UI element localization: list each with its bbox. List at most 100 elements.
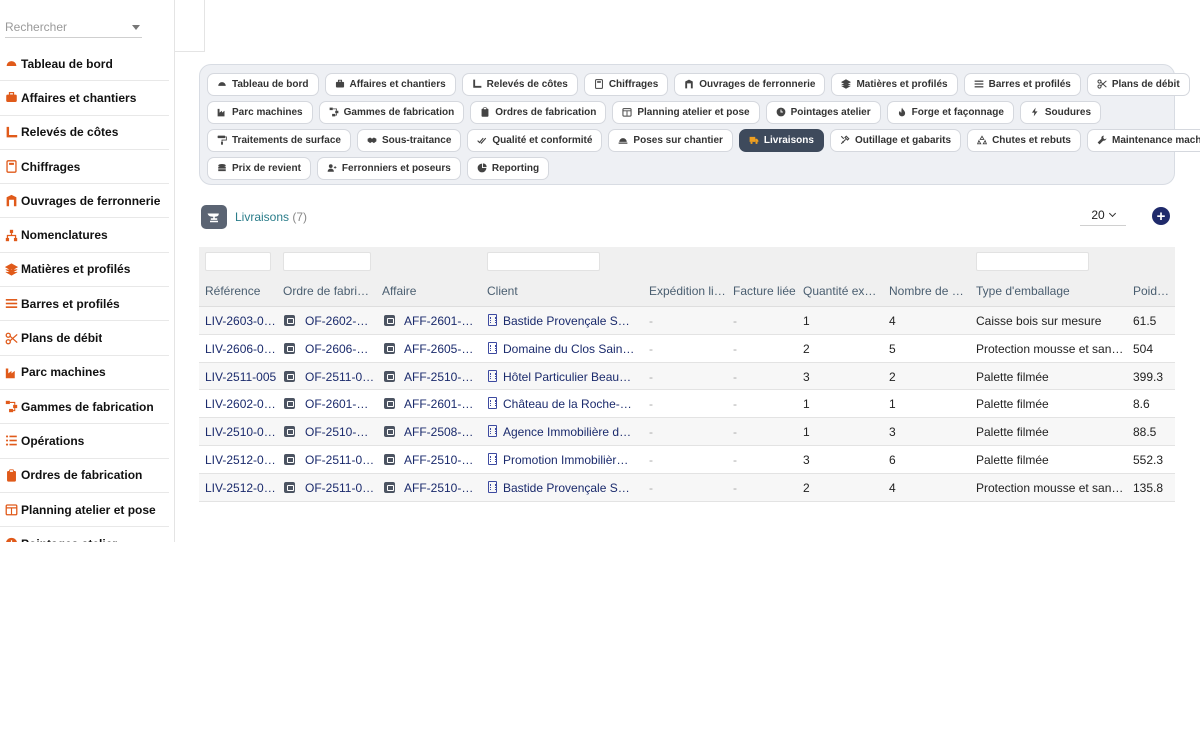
table-cell[interactable]: OF-2510-009 xyxy=(305,425,375,439)
table-cell[interactable]: AFF-2605-024 xyxy=(404,342,480,356)
table-cell[interactable]: OF-2606-018 xyxy=(305,342,375,356)
table-cell[interactable]: OF-2511-007 xyxy=(305,481,375,495)
column-header[interactable]: Affaire xyxy=(382,284,472,298)
sidebar-item-9[interactable]: Plans de débit xyxy=(0,321,169,356)
tab-0-7[interactable]: Plans de débit xyxy=(1086,72,1190,96)
tab-1-5[interactable]: Forge et façonnage xyxy=(886,100,1014,124)
table-cell[interactable]: OF-2511-008 xyxy=(305,453,375,467)
table-cell[interactable]: AFF-2510-010 xyxy=(404,481,480,495)
link-record-icon[interactable] xyxy=(384,315,395,326)
sidebar-item-7[interactable]: Matières et profilés xyxy=(0,253,169,288)
tab-0-6[interactable]: Barres et profilés xyxy=(963,72,1081,96)
tab-2-5[interactable]: Outillage et gabarits xyxy=(829,128,962,152)
table-cell[interactable]: LIV-2512-002 xyxy=(205,453,277,467)
tab-2-2[interactable]: Qualité et conformité xyxy=(467,128,603,152)
table-cell[interactable]: LIV-2510-003 xyxy=(205,425,277,439)
sidebar-item-15[interactable]: Pointages atelier xyxy=(0,527,169,542)
table-row[interactable]: LIV-2511-005 OF-2511-017 AFF-2510-023 Hôtel… xyxy=(199,362,1175,391)
table-row[interactable]: LIV-2603-007 OF-2602-025 AFF-2601-034 Basti… xyxy=(199,307,1175,335)
sidebar-item-3[interactable]: Relevés de côtes xyxy=(0,116,169,150)
sidebar-item-2[interactable]: Affaires et chantiers xyxy=(0,81,169,116)
table-cell[interactable]: AFF-2510-011 xyxy=(404,453,480,467)
sidebar-item-12[interactable]: Opérations xyxy=(0,424,169,459)
tab-1-1[interactable]: Gammes de fabrication xyxy=(318,100,465,124)
table-cell[interactable]: Bastide Provençale Saint-Rémy xyxy=(503,481,635,495)
table-cell[interactable]: Domaine du Clos Saint-Martin xyxy=(503,342,635,356)
table-cell[interactable]: OF-2511-017 xyxy=(305,370,375,384)
sidebar-item-1[interactable]: Tableau de bord xyxy=(0,47,169,82)
link-record-icon[interactable] xyxy=(284,370,295,382)
tab-2-6[interactable]: Chutes et rebuts xyxy=(967,128,1081,152)
table-cell[interactable]: OF-2601-016 xyxy=(305,397,375,411)
tab-2-7[interactable]: Maintenance machines xyxy=(1086,128,1200,152)
table-cell[interactable]: Château de la Roche-Bernard xyxy=(503,397,635,411)
tab-3-0[interactable]: Prix de revient xyxy=(207,156,311,180)
table-cell[interactable]: AFF-2510-023 xyxy=(404,370,480,384)
filter-ordre-fabrication[interactable] xyxy=(283,252,371,271)
table-cell[interactable]: Bastide Provençale Saint-Rémy xyxy=(503,314,635,328)
table-cell[interactable]: Promotion Immobilière Atlantique xyxy=(503,453,635,467)
link-record-icon[interactable] xyxy=(384,453,395,465)
tab-0-5[interactable]: Matières et profilés xyxy=(831,72,958,96)
sidebar-item-4[interactable]: Chiffrages xyxy=(0,150,169,185)
tab-1-2[interactable]: Ordres de fabrication xyxy=(470,100,607,124)
sidebar-item-11[interactable]: Gammes de fabrication xyxy=(0,390,169,425)
link-record-icon[interactable] xyxy=(384,370,395,382)
table-cell[interactable]: LIV-2602-004 xyxy=(205,397,277,411)
tab-1-6[interactable]: Soudures xyxy=(1019,100,1102,124)
link-record-icon[interactable] xyxy=(384,398,395,410)
filter-type-emballage[interactable] xyxy=(976,252,1089,271)
column-header[interactable]: Facture liée xyxy=(733,284,797,298)
sidebar-item-14[interactable]: Planning atelier et pose xyxy=(0,493,169,528)
column-header[interactable]: Type d'emballage xyxy=(976,284,1126,298)
table-cell[interactable]: LIV-2511-005 xyxy=(205,370,277,384)
link-record-icon[interactable] xyxy=(384,342,395,354)
link-record-icon[interactable] xyxy=(284,453,295,465)
link-record-icon[interactable] xyxy=(284,481,295,493)
tab-0-0[interactable]: Tableau de bord xyxy=(207,72,319,96)
column-header[interactable]: Quantité expédiée xyxy=(803,284,879,298)
column-header[interactable]: Nombre de colis xyxy=(889,284,969,298)
tab-2-4[interactable]: Livraisons xyxy=(738,128,824,152)
sidebar-item-10[interactable]: Parc machines xyxy=(0,356,169,390)
tab-3-2[interactable]: Reporting xyxy=(466,156,550,180)
search-input[interactable]: Rechercher xyxy=(5,17,142,38)
table-row[interactable]: LIV-2602-004 OF-2601-016 AFF-2601-022 Châte… xyxy=(199,390,1175,419)
sidebar-item-13[interactable]: Ordres de fabrication xyxy=(0,459,169,493)
column-header[interactable]: Client xyxy=(487,284,637,298)
column-header[interactable]: Poids total xyxy=(1133,284,1175,298)
tab-2-3[interactable]: Poses sur chantier xyxy=(608,128,733,152)
filter-client[interactable] xyxy=(487,252,600,271)
link-record-icon[interactable] xyxy=(284,342,295,354)
tab-3-1[interactable]: Ferronniers et poseurs xyxy=(316,156,461,180)
table-cell[interactable]: AFF-2601-022 xyxy=(404,397,480,411)
sidebar-item-8[interactable]: Barres et profilés xyxy=(0,287,169,322)
chevron-down-icon[interactable] xyxy=(132,24,140,30)
tab-0-4[interactable]: Ouvrages de ferronnerie xyxy=(674,72,826,96)
link-record-icon[interactable] xyxy=(384,481,395,493)
tab-2-0[interactable]: Traitements de surface xyxy=(207,128,351,152)
tab-1-4[interactable]: Pointages atelier xyxy=(765,100,881,124)
link-record-icon[interactable] xyxy=(384,426,395,438)
table-row[interactable]: LIV-2512-001 OF-2511-007 AFF-2510-010 Basti… xyxy=(199,473,1175,502)
table-cell[interactable]: LIV-2606-006 xyxy=(205,342,277,356)
column-header[interactable]: Expédition liée xyxy=(649,284,727,298)
table-row[interactable]: LIV-2606-006 OF-2606-018 AFF-2605-024 Domai… xyxy=(199,335,1175,363)
sidebar-item-6[interactable]: Nomenclatures xyxy=(0,218,169,253)
table-cell[interactable]: AFF-2601-034 xyxy=(404,314,480,328)
link-record-icon[interactable] xyxy=(284,398,295,410)
tab-1-3[interactable]: Planning atelier et pose xyxy=(612,100,760,124)
column-header[interactable]: Ordre de fabrication xyxy=(283,284,371,298)
table-cell[interactable]: Agence Immobilière du Centre xyxy=(503,425,635,439)
table-row[interactable]: LIV-2510-003 OF-2510-009 AFF-2508-012 Agenc… xyxy=(199,418,1175,446)
add-button[interactable]: + xyxy=(1152,207,1170,225)
table-cell[interactable]: LIV-2603-007 xyxy=(205,314,277,328)
tab-0-2[interactable]: Relevés de côtes xyxy=(461,72,578,96)
tab-2-1[interactable]: Sous-traitance xyxy=(356,128,462,152)
link-record-icon[interactable] xyxy=(284,426,295,438)
tab-1-0[interactable]: Parc machines xyxy=(207,100,313,124)
column-header[interactable]: Référence xyxy=(205,284,275,298)
link-record-icon[interactable] xyxy=(284,315,295,326)
table-cell[interactable]: Hôtel Particulier Beaurepaire xyxy=(503,370,635,384)
table-cell[interactable]: LIV-2512-001 xyxy=(205,481,277,495)
